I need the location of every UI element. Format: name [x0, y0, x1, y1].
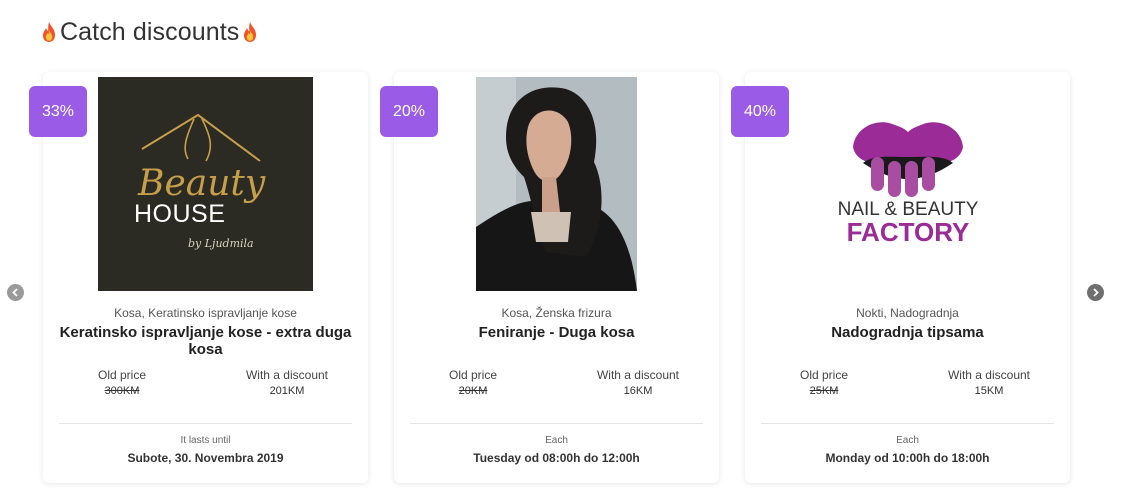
old-price-value: 300KM — [104, 385, 140, 397]
section-title-text: Catch discounts — [60, 17, 240, 46]
discount-price-label: With a discount — [245, 368, 329, 382]
validity-value: Tuesday od 08:00h do 12:00h — [473, 451, 640, 465]
svg-text:FACTORY: FACTORY — [847, 217, 970, 247]
discount-card[interactable]: NAIL & BEAUTY FACTORY 40% Nokti, Nadogra… — [731, 72, 1070, 483]
discount-badge: 33% — [29, 86, 87, 137]
validity-value: Subote, 30. Novembra 2019 — [127, 451, 284, 465]
card-title[interactable]: Keratinsko ispravljanje kose - extra dug… — [43, 324, 368, 358]
card-category: Kosa, Keratinsko ispravljanje kose — [114, 306, 297, 320]
discount-price: With a discount 15KM — [929, 368, 1049, 397]
old-price: Old price 300KM — [62, 368, 182, 397]
card-category: Nokti, Nadogradnja — [856, 306, 959, 320]
discount-price-value: 15KM — [974, 385, 1004, 397]
divider — [410, 423, 703, 424]
old-price-value: 20KM — [458, 385, 488, 397]
card-category: Kosa, Ženska frizura — [501, 306, 612, 320]
discount-price: With a discount 201KM — [227, 368, 347, 397]
validity-label: Each — [896, 435, 919, 446]
salon-logo-image: Beauty HOUSE by Ljudmila — [98, 77, 313, 291]
fire-icon — [43, 22, 55, 42]
old-price-label: Old price — [97, 368, 147, 382]
carousel-prev-button[interactable] — [7, 284, 24, 301]
old-price-label: Old price — [799, 368, 849, 382]
old-price-label: Old price — [448, 368, 498, 382]
validity-value: Monday od 10:00h do 18:00h — [825, 451, 990, 465]
discount-card[interactable]: 20% Kosa, Ženska frizura Feniranje - Dug… — [380, 72, 719, 483]
divider — [59, 423, 352, 424]
svg-text:HOUSE: HOUSE — [134, 200, 225, 228]
carousel-next-button[interactable] — [1087, 284, 1104, 301]
chevron-right-icon — [1093, 288, 1099, 297]
discount-badge: 20% — [380, 86, 438, 137]
card-title[interactable]: Feniranje - Duga kosa — [394, 324, 719, 341]
old-price: Old price 25KM — [764, 368, 884, 397]
svg-text:Beauty: Beauty — [137, 163, 266, 204]
old-price: Old price 20KM — [413, 368, 533, 397]
discount-price-label: With a discount — [596, 368, 680, 382]
divider — [761, 423, 1054, 424]
fire-icon — [244, 22, 257, 42]
salon-logo-image: NAIL & BEAUTY FACTORY — [823, 77, 993, 291]
discount-price-value: 201KM — [269, 385, 305, 397]
validity-label: Each — [545, 435, 568, 446]
discount-card[interactable]: Beauty HOUSE by Ljudmila 33% Kosa, Kerat… — [29, 72, 368, 483]
chevron-left-icon — [12, 288, 18, 297]
section-title: Catch discounts — [40, 16, 259, 48]
salon-photo-image — [476, 77, 637, 291]
old-price-value: 25KM — [809, 385, 839, 397]
svg-text:by Ljudmila: by Ljudmila — [188, 237, 254, 250]
discount-price-value: 16KM — [623, 385, 653, 397]
card-title[interactable]: Nadogradnja tipsama — [745, 324, 1070, 341]
discount-badge: 40% — [731, 86, 789, 137]
discount-price-label: With a discount — [947, 368, 1031, 382]
validity-label: It lasts until — [180, 435, 231, 446]
discount-price: With a discount 16KM — [578, 368, 698, 397]
